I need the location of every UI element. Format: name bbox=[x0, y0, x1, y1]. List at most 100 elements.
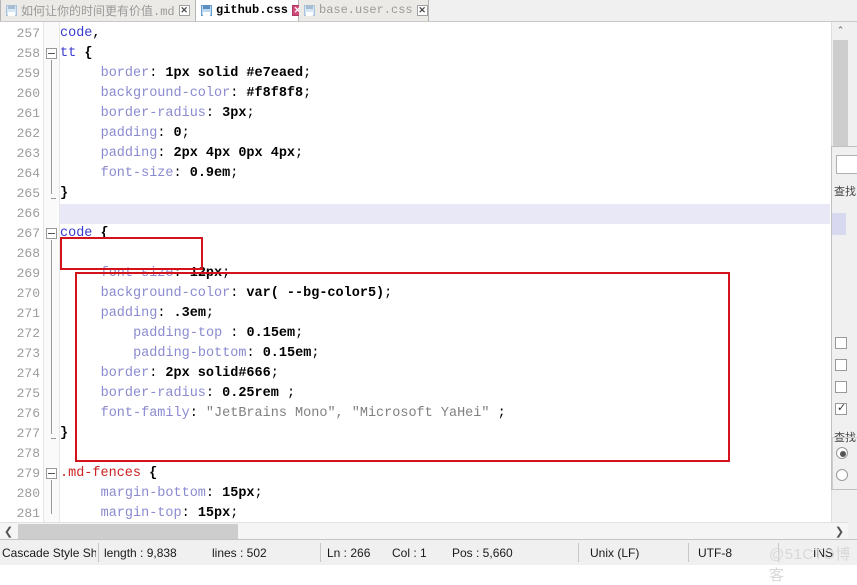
tab-bar-filler bbox=[429, 0, 857, 21]
tab-2[interactable]: github.css ✕ bbox=[196, 0, 304, 21]
find-option-checkbox-4[interactable] bbox=[835, 401, 847, 415]
code-folding-margin[interactable] bbox=[44, 22, 60, 522]
status-line-number: Ln : 266 bbox=[327, 545, 371, 560]
line-number: 276 bbox=[16, 406, 40, 421]
code-token: ; bbox=[246, 106, 255, 121]
code-token: ; bbox=[230, 506, 239, 521]
line-number: 265 bbox=[16, 186, 40, 201]
tab-bar: 如何让你的时间更有价值.md ✕ github.css ✕ base.user.css ✕ bbox=[0, 0, 857, 22]
status-divider-5 bbox=[778, 543, 779, 562]
fold-guide-line bbox=[51, 240, 52, 434]
code-token: margin-bottom bbox=[100, 486, 206, 501]
code-line[interactable]: tt { bbox=[60, 44, 92, 64]
code-token: border-radius bbox=[100, 106, 206, 121]
fold-collapse-icon[interactable] bbox=[46, 48, 57, 59]
find-what-input[interactable] bbox=[836, 155, 857, 174]
status-bar: Cascade Style She length : 9,838 lines :… bbox=[0, 539, 857, 565]
code-token: 0.9em bbox=[189, 166, 231, 181]
code-line[interactable]: } bbox=[60, 424, 68, 444]
find-what-label: 查找 bbox=[834, 186, 856, 198]
save-icon bbox=[304, 4, 315, 16]
scroll-up-icon[interactable]: ⌃ bbox=[832, 22, 849, 39]
tab-1[interactable]: 如何让你的时间更有价值.md ✕ bbox=[0, 0, 196, 21]
fold-collapse-icon[interactable] bbox=[46, 468, 57, 479]
selector-highlight-box bbox=[60, 237, 203, 270]
code-line[interactable]: .md-fences { bbox=[60, 464, 157, 484]
scroll-left-icon[interactable]: ❮ bbox=[0, 523, 17, 540]
code-token: } bbox=[60, 426, 69, 441]
line-number: 278 bbox=[16, 446, 40, 461]
code-line[interactable]: padding: 0; bbox=[101, 124, 190, 144]
code-token: ; bbox=[254, 486, 263, 501]
status-divider-4 bbox=[688, 543, 689, 562]
find-option-checkbox-2[interactable] bbox=[835, 359, 847, 371]
fold-collapse-icon[interactable] bbox=[46, 228, 57, 239]
find-option-checkbox-3[interactable] bbox=[835, 381, 847, 393]
fold-end-marker bbox=[51, 438, 56, 439]
code-line[interactable]: padding: 2px 4px 0px 4px; bbox=[101, 144, 304, 164]
find-mode-radio-normal[interactable] bbox=[836, 447, 848, 459]
line-number: 259 bbox=[16, 66, 40, 81]
find-mode-radio-extended[interactable] bbox=[836, 469, 848, 481]
code-token: 0 bbox=[173, 126, 182, 141]
code-token: tt bbox=[60, 46, 77, 61]
code-line[interactable]: } bbox=[60, 184, 68, 204]
find-dialog[interactable]: 查找 查找 bbox=[831, 146, 857, 490]
current-line-highlight bbox=[60, 204, 830, 224]
declarations-highlight-box bbox=[75, 272, 730, 462]
code-token: border bbox=[100, 66, 150, 81]
code-token: , bbox=[92, 26, 101, 41]
line-number: 277 bbox=[16, 426, 40, 441]
code-token: } bbox=[60, 186, 69, 201]
code-token: : bbox=[157, 146, 174, 161]
status-length: length : 9,838 bbox=[104, 545, 177, 560]
horizontal-scrollbar-thumb[interactable] bbox=[18, 524, 238, 539]
line-number: 260 bbox=[16, 86, 40, 101]
code-token: #f8f8f8 bbox=[246, 86, 304, 101]
find-dialog-selection-highlight bbox=[832, 213, 846, 235]
line-number-gutter: 257 258 259 260 261 262 263 264 265 266 267 268 269 2… bbox=[0, 22, 44, 522]
find-option-checkbox-1[interactable] bbox=[835, 337, 847, 349]
code-token: ; bbox=[303, 66, 312, 81]
code-line[interactable]: margin-top: 15px; bbox=[101, 504, 239, 522]
line-number: 258 bbox=[16, 46, 40, 61]
code-line[interactable]: border: 1px solid #e7eaed; bbox=[101, 64, 312, 84]
close-icon[interactable]: ✕ bbox=[178, 4, 190, 16]
status-divider-1 bbox=[98, 543, 99, 562]
code-token: 1px solid #e7eaed bbox=[165, 66, 304, 81]
line-number: 279 bbox=[16, 466, 40, 481]
save-icon bbox=[6, 4, 17, 16]
editor-area[interactable]: 257 258 259 260 261 262 263 264 265 266 267 268 269 2… bbox=[0, 22, 857, 522]
code-token: 15px bbox=[197, 506, 231, 521]
status-insert-mode[interactable]: INS bbox=[813, 540, 853, 565]
tab-3[interactable]: base.user.css ✕ bbox=[299, 0, 429, 21]
code-token: { bbox=[149, 466, 158, 481]
line-number: 272 bbox=[16, 326, 40, 341]
line-number: 257 bbox=[16, 26, 40, 41]
horizontal-scrollbar[interactable]: ❮ ❯ bbox=[0, 522, 848, 539]
code-token: : bbox=[205, 106, 223, 121]
close-icon[interactable]: ✕ bbox=[416, 4, 428, 16]
find-mode-group bbox=[832, 437, 857, 489]
line-number: 275 bbox=[16, 386, 40, 401]
code-line[interactable]: font-size: 0.9em; bbox=[101, 164, 239, 184]
code-line[interactable]: border-radius: 3px; bbox=[101, 104, 255, 124]
fold-guide-line bbox=[51, 60, 52, 194]
code-line[interactable]: margin-bottom: 15px; bbox=[101, 484, 263, 504]
line-number: 280 bbox=[16, 486, 40, 501]
status-eol: Unix (LF) bbox=[590, 545, 640, 560]
status-column-number: Col : 1 bbox=[392, 545, 427, 560]
code-token: margin-top bbox=[100, 506, 182, 521]
status-language[interactable]: Cascade Style She bbox=[2, 540, 96, 565]
code-line[interactable]: background-color: #f8f8f8; bbox=[101, 84, 312, 104]
code-token: padding bbox=[100, 146, 158, 161]
vertical-scrollbar-thumb[interactable] bbox=[833, 40, 848, 160]
line-number: 273 bbox=[16, 346, 40, 361]
code-line[interactable]: code, bbox=[60, 24, 101, 44]
scrollbar-corner bbox=[848, 522, 857, 539]
code-token: code bbox=[60, 26, 93, 41]
line-number: 261 bbox=[16, 106, 40, 121]
status-divider-2 bbox=[320, 543, 321, 562]
scroll-right-icon[interactable]: ❯ bbox=[831, 523, 848, 540]
